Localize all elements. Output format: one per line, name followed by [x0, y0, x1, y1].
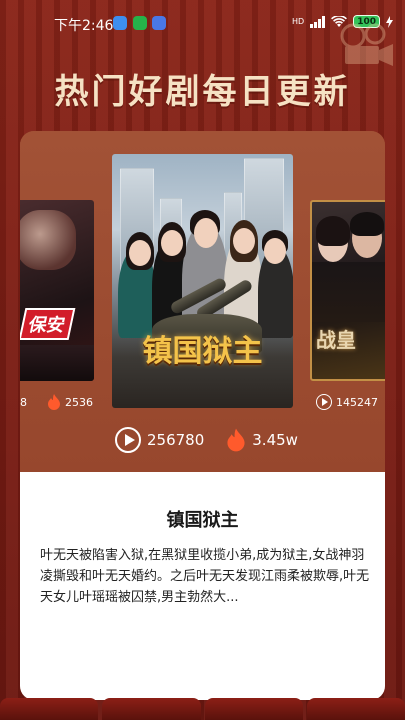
- poster-left-likes: 2536: [65, 395, 93, 409]
- poster-right-views: 145247: [336, 395, 378, 409]
- featured-likes: 3.45w: [252, 431, 298, 449]
- poster-left[interactable]: 保安: [20, 200, 94, 381]
- poster-right[interactable]: 战皇: [310, 200, 385, 381]
- drama-description: 叶无天被陷害入狱,在黑狱里收揽小弟,成为狱主,女战神羽凌撕毁和叶无天婚约。之后叶…: [40, 548, 370, 605]
- carousel-area: 保安 镇国狱主 战皇 8 2536 145247 256780 3.45w: [20, 131, 385, 472]
- theater-seats-decoration: [0, 698, 405, 720]
- notification-app-icon: [113, 16, 127, 30]
- drama-carousel-card[interactable]: 保安 镇国狱主 战皇 8 2536 145247 256780 3.45w 镇国…: [20, 131, 385, 700]
- featured-views: 256780: [147, 431, 205, 449]
- page-headline: 热门好剧每日更新: [54, 72, 351, 112]
- flame-icon: [48, 394, 60, 410]
- poster-featured[interactable]: 镇国狱主: [112, 154, 293, 408]
- poster-right-title: 战皇: [316, 328, 356, 352]
- poster-featured-title: 镇国狱主: [142, 334, 263, 369]
- play-icon: [316, 394, 332, 410]
- drama-title[interactable]: 镇国狱主: [20, 506, 385, 532]
- poster-left-title: 保安: [20, 308, 76, 340]
- network-type: HD: [292, 16, 305, 26]
- film-reel-icon: [340, 23, 393, 66]
- notification-app-icon: [152, 16, 166, 30]
- poster-right-stats: 145247: [316, 394, 378, 410]
- notification-app-icon: [133, 16, 147, 30]
- status-time: 下午2:46: [54, 18, 114, 34]
- featured-stats: 256780 3.45w: [115, 427, 298, 453]
- flame-icon: [227, 428, 245, 452]
- play-icon: [115, 427, 141, 453]
- app-screen: 下午2:46 HD 100 热门好剧每日更新 保安 镇国狱主 战皇 8 2536…: [0, 0, 405, 720]
- signal-icon: [310, 15, 326, 28]
- poster-left-stats: 8 2536: [20, 394, 93, 410]
- poster-left-views: 8: [20, 395, 27, 409]
